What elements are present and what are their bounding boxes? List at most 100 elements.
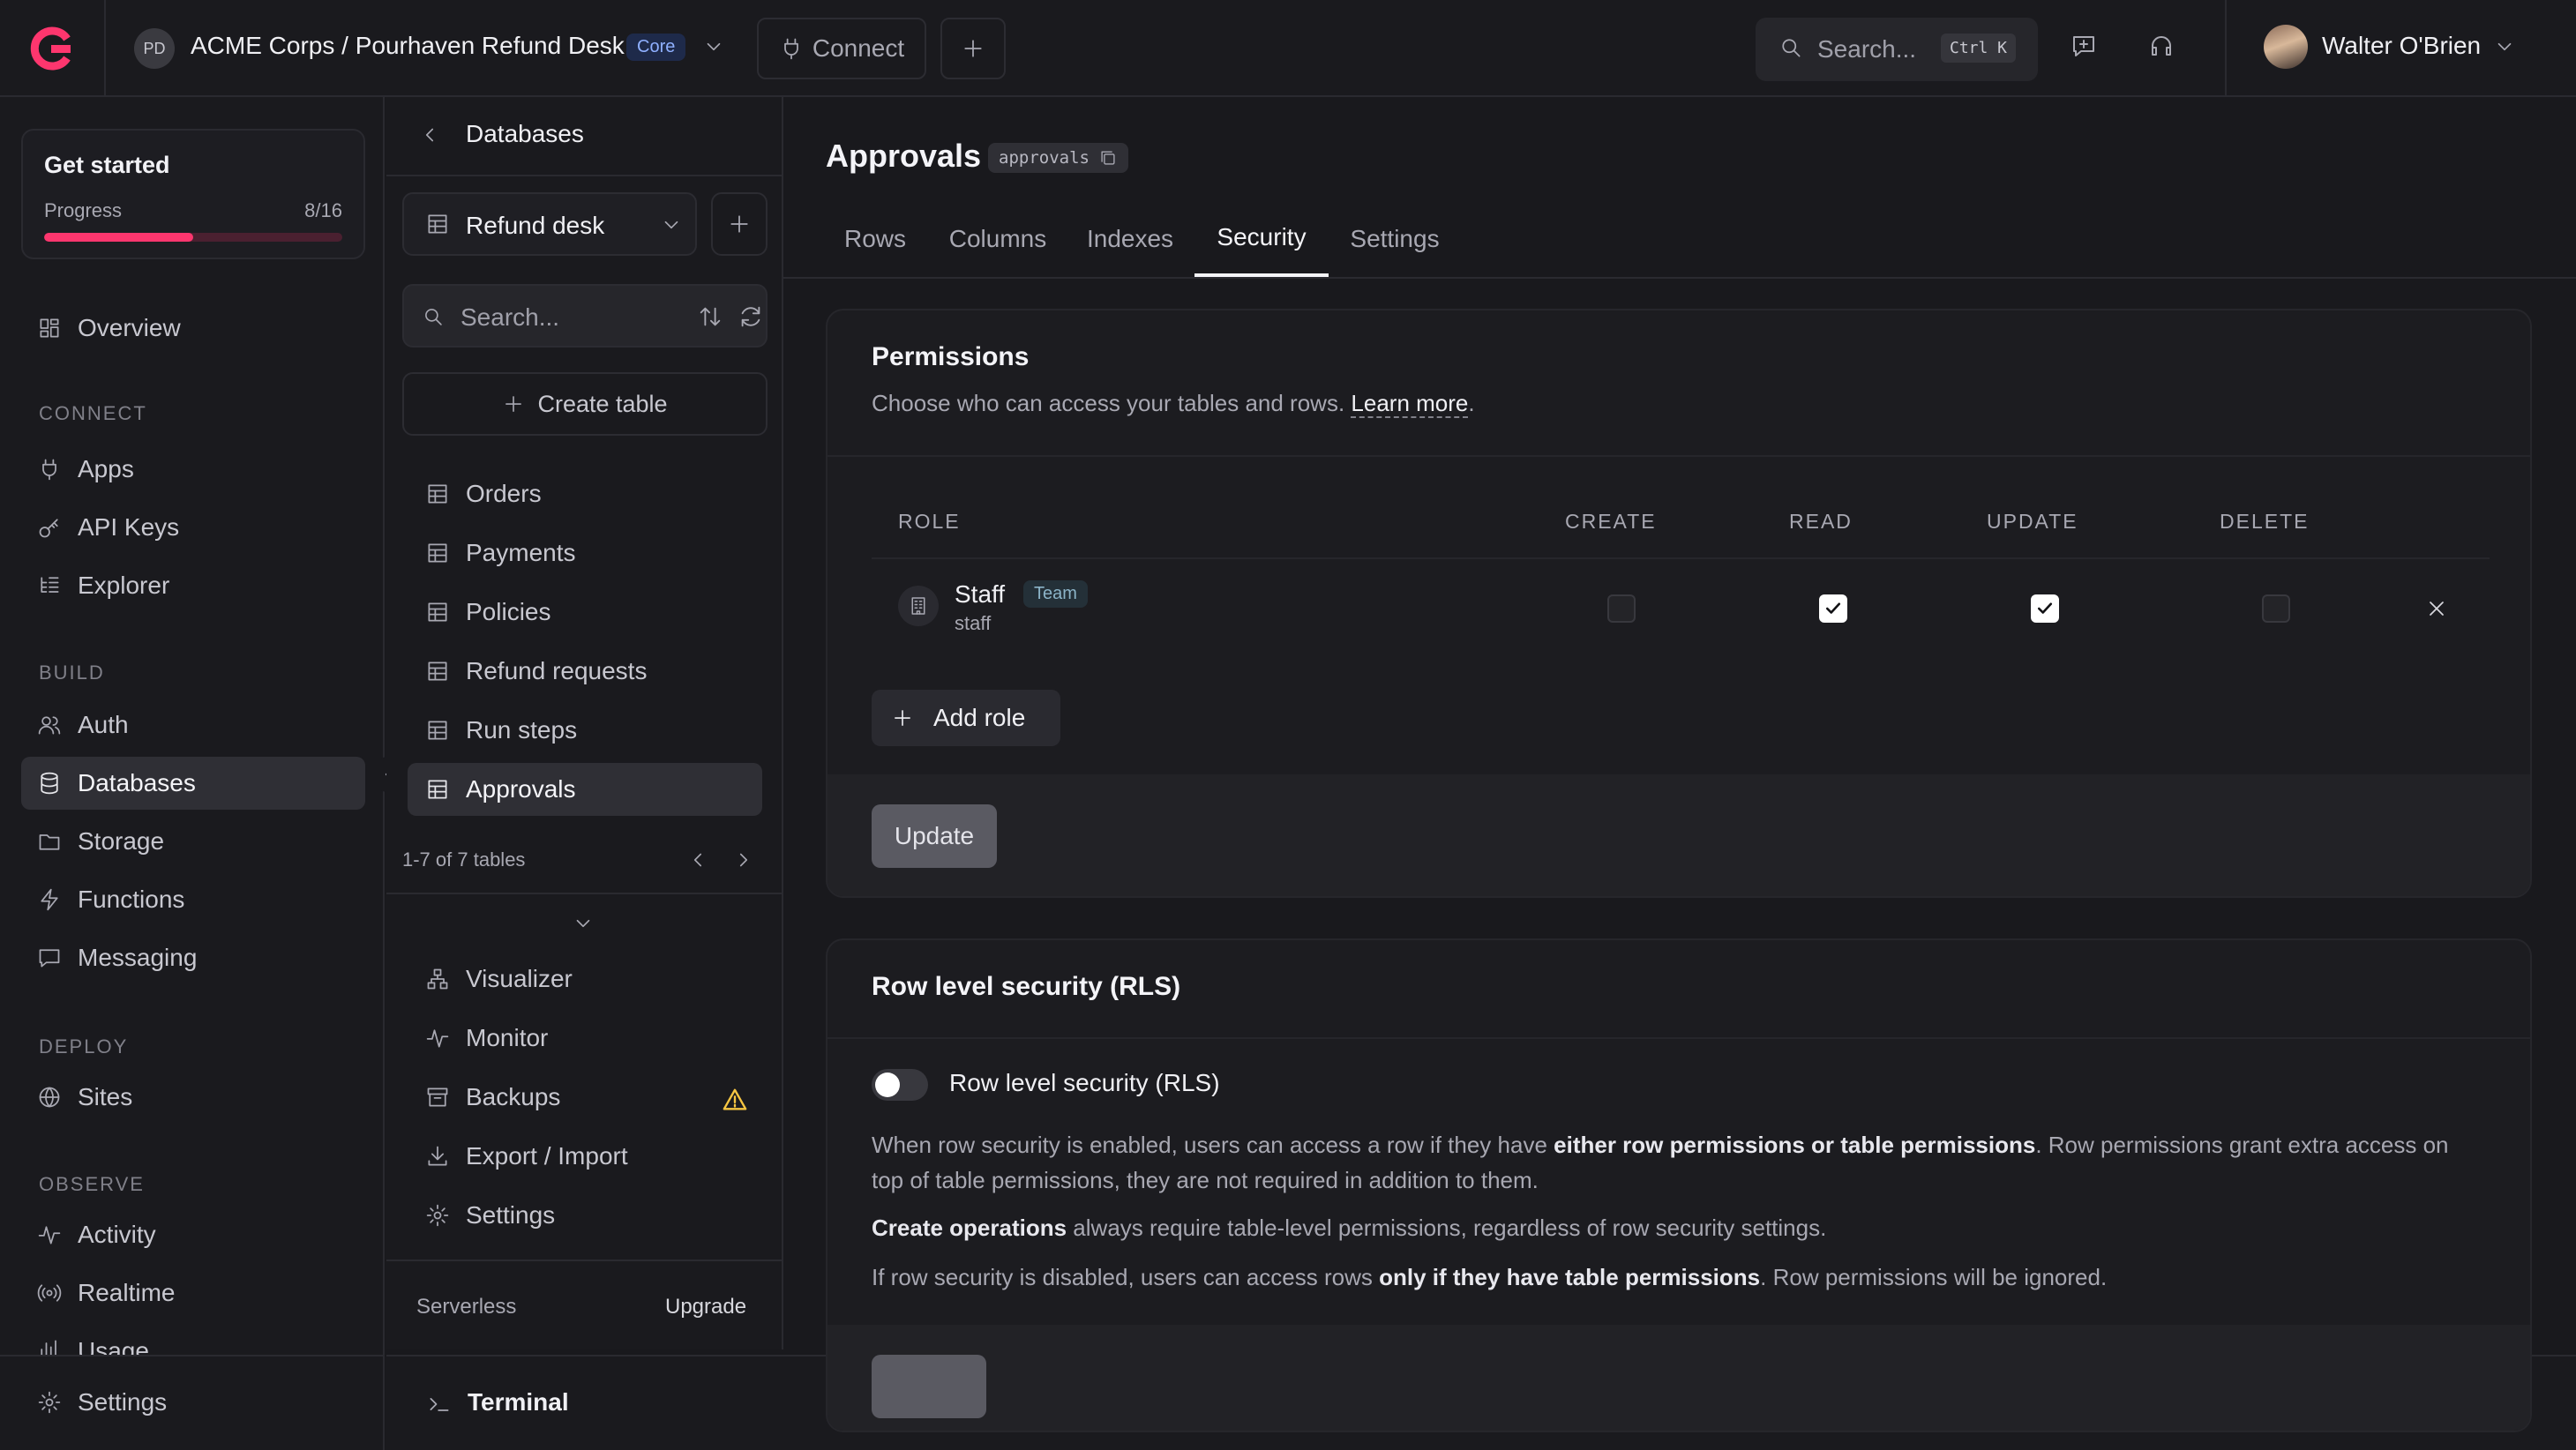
sidebar-item-activity[interactable]: Activity <box>21 1208 365 1261</box>
sidebar-item-label: API Keys <box>78 513 180 541</box>
databases-title[interactable]: Databases <box>466 120 584 148</box>
add-role-button[interactable]: Add role <box>872 690 1060 746</box>
table-item-policies[interactable]: Policies <box>408 586 762 639</box>
sort-icon[interactable] <box>697 303 723 330</box>
user-name[interactable]: Walter O'Brien <box>2322 32 2481 60</box>
table-item-label: Approvals <box>466 775 576 803</box>
tool-item-label: Monitor <box>466 1024 549 1051</box>
sidebar-item-storage[interactable]: Storage <box>21 815 365 868</box>
section-observe: OBSERVE <box>39 1173 145 1195</box>
key-icon <box>39 519 58 538</box>
chevron-right-icon[interactable] <box>732 848 755 871</box>
upgrade-link[interactable]: Upgrade <box>665 1295 746 1319</box>
tool-item-visualizer[interactable]: Visualizer <box>408 953 762 1005</box>
sidebar-item-databases[interactable]: Databases <box>21 757 365 810</box>
terminal-label: Terminal <box>468 1388 569 1416</box>
chevron-left-icon[interactable] <box>686 848 709 871</box>
chevron-down-icon[interactable] <box>572 912 595 935</box>
global-search[interactable]: Search... Ctrl K <box>1756 18 2038 81</box>
get-started-title: Get started <box>44 152 170 178</box>
chevron-left-icon[interactable] <box>418 123 441 146</box>
column-header-create: CREATE <box>1565 510 1657 533</box>
refresh-icon[interactable] <box>738 303 764 330</box>
building-icon <box>911 597 925 615</box>
tab-security[interactable]: Security <box>1194 201 1329 277</box>
table-item-approvals[interactable]: Approvals <box>408 763 762 816</box>
user-avatar[interactable] <box>2264 25 2308 69</box>
sidebar-item-label: Overview <box>78 314 181 341</box>
terminal-icon <box>430 1398 449 1411</box>
sidebar-item-messaging[interactable]: Messaging <box>21 931 365 984</box>
section-deploy: DEPLOY <box>39 1035 129 1058</box>
card-divider <box>827 455 2530 457</box>
create-table-button[interactable]: Create table <box>402 372 768 436</box>
sidebar-item-explorer[interactable]: Explorer <box>21 559 365 612</box>
sidebar-item-functions[interactable]: Functions <box>21 873 365 926</box>
archive-icon <box>427 1088 448 1107</box>
top-bar: PD ACME Corps / Pourhaven Refund Desk Co… <box>0 0 2576 97</box>
sidebar-item-usage[interactable]: Usage <box>21 1325 365 1355</box>
read-checkbox[interactable] <box>1819 594 1847 623</box>
rls-footer <box>827 1325 2530 1431</box>
headset-icon[interactable] <box>2147 32 2175 60</box>
dashboard-icon <box>40 318 59 338</box>
rls-text: If row security is disabled, users can a… <box>872 1264 1380 1290</box>
rls-paragraph-3: If row security is disabled, users can a… <box>872 1259 2477 1295</box>
delete-checkbox[interactable] <box>2262 594 2290 623</box>
progress-label: Progress <box>44 199 123 221</box>
learn-more-link[interactable]: Learn more <box>1351 390 1469 418</box>
sidebar-item-sites[interactable]: Sites <box>21 1071 365 1124</box>
plug-icon <box>783 38 798 60</box>
project-avatar[interactable]: PD <box>134 28 175 69</box>
table-item-refund-requests[interactable]: Refund requests <box>408 645 762 698</box>
get-started-card[interactable]: Get started Progress 8/16 <box>21 129 365 259</box>
broadcast-icon <box>37 1284 62 1302</box>
tool-item-backups[interactable]: Backups <box>408 1071 762 1124</box>
chevron-down-icon[interactable] <box>702 35 725 58</box>
tool-item-export-import[interactable]: Export / Import <box>408 1130 762 1183</box>
add-button[interactable] <box>940 18 1006 79</box>
close-icon[interactable] <box>2424 596 2449 621</box>
update-button[interactable]: Update <box>872 804 997 868</box>
tab-columns[interactable]: Columns <box>949 201 1046 277</box>
tool-item-label: Backups <box>466 1083 561 1110</box>
table-item-orders[interactable]: Orders <box>408 467 762 520</box>
diagram-icon <box>427 968 448 990</box>
activity-icon <box>38 1226 61 1244</box>
sidebar-item-api-keys[interactable]: API Keys <box>21 501 365 554</box>
chevron-down-icon[interactable] <box>2493 35 2516 58</box>
search-icon <box>425 309 442 325</box>
create-checkbox[interactable] <box>1607 594 1636 623</box>
rls-text: . Row permissions will be ignored. <box>1760 1264 2108 1290</box>
rls-update-button[interactable] <box>872 1355 986 1418</box>
table-id-chip[interactable]: approvals <box>988 143 1128 173</box>
sidebar-item-auth[interactable]: Auth <box>21 699 365 751</box>
table-item-run-steps[interactable]: Run steps <box>408 704 762 757</box>
tables-search[interactable]: Search... <box>402 284 768 348</box>
table-item-payments[interactable]: Payments <box>408 527 762 579</box>
plan-label: Serverless <box>416 1295 517 1319</box>
role-name: Staff <box>955 580 1006 608</box>
table-item-label: Run steps <box>466 716 578 744</box>
feedback-icon[interactable] <box>2070 32 2098 60</box>
page-title: Approvals <box>826 138 982 174</box>
sidebar-item-apps[interactable]: Apps <box>21 443 365 496</box>
tool-item-settings[interactable]: Settings <box>408 1189 762 1242</box>
rls-toggle[interactable] <box>872 1069 928 1101</box>
table-icon <box>428 780 447 799</box>
app-logo-icon[interactable] <box>28 25 76 72</box>
sidebar-item-settings[interactable]: Settings <box>21 1376 365 1429</box>
sidebar-item-overview[interactable]: Overview <box>21 302 365 355</box>
update-checkbox[interactable] <box>2031 594 2059 623</box>
connect-button[interactable]: Connect <box>757 18 926 79</box>
sidebar-item-realtime[interactable]: Realtime <box>21 1267 365 1319</box>
tool-item-monitor[interactable]: Monitor <box>408 1012 762 1065</box>
tab-rows[interactable]: Rows <box>844 201 906 277</box>
tab-indexes[interactable]: Indexes <box>1087 201 1173 277</box>
tab-settings[interactable]: Settings <box>1348 201 1442 277</box>
database-select[interactable]: Refund desk <box>402 192 697 256</box>
plus-icon <box>964 40 982 57</box>
search-shortcut: Ctrl K <box>1941 34 2017 63</box>
project-breadcrumb[interactable]: ACME Corps / Pourhaven Refund Desk <box>191 32 625 60</box>
add-database-button[interactable] <box>711 192 768 256</box>
